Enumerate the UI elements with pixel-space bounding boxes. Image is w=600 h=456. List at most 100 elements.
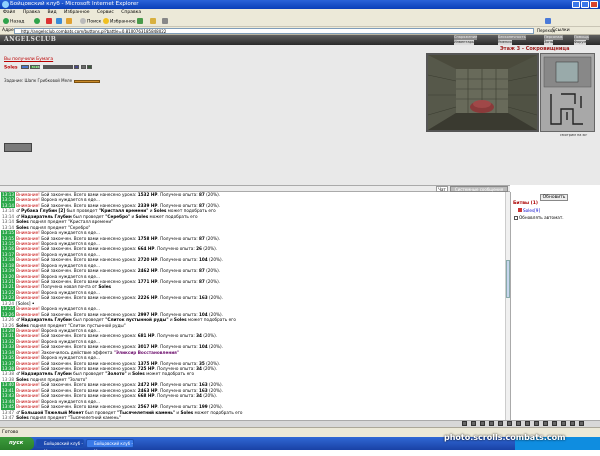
chat-segment: Внимание! [16, 355, 40, 361]
chat-segment: 1375 HP [137, 360, 158, 366]
bottom-toolbar-icon[interactable] [480, 421, 485, 426]
menu-edit[interactable]: Правка [23, 10, 40, 15]
chat-segment: Бой закончен. Всего вами нанесено урона: [39, 333, 138, 339]
chat-segment: Внимание! [16, 240, 40, 246]
chat-segment: Бой закончен. Всего вами нанесено урона: [39, 246, 138, 252]
menu-tools[interactable]: Сервис [97, 10, 114, 15]
battle-user-link[interactable]: Soles[9] [518, 208, 540, 213]
google-toolbar[interactable] [545, 18, 552, 25]
menu-bar: Файл Правка Вид Избранное Сервис Справка [0, 9, 600, 16]
favorites-button[interactable]: Избранное [103, 18, 136, 25]
chat-segment: Внимание! [16, 251, 40, 257]
chat-segment: "Серебро" [105, 213, 131, 219]
chat-segment: Ворона нуждается в еде... [39, 306, 100, 312]
menu-view[interactable]: Вид [47, 10, 56, 15]
stop-button[interactable] [46, 18, 53, 25]
chat-segment: Soles [173, 317, 187, 323]
history-icon [137, 18, 143, 24]
bottom-toolbar-icon[interactable] [534, 421, 539, 426]
chat-segment: Внимание! [16, 360, 40, 366]
print-button[interactable] [162, 18, 169, 25]
close-button[interactable] [590, 1, 598, 8]
chat-segment: 104 [198, 311, 208, 317]
start-button[interactable]: пуск [0, 437, 34, 450]
bottom-toolbar-icon[interactable] [543, 421, 548, 426]
bottom-toolbar-icon[interactable] [489, 421, 494, 426]
chat-segment: . Получено опыта: [157, 387, 199, 393]
bottom-toolbar-icon[interactable] [516, 421, 521, 426]
back-button[interactable]: Назад [3, 18, 24, 25]
bottom-toolbar-icon[interactable] [525, 421, 530, 426]
bottom-toolbar-icon[interactable] [507, 421, 512, 426]
auto-refresh-checkbox[interactable] [514, 216, 518, 220]
player-name[interactable]: Soles [4, 66, 18, 71]
refresh-button[interactable]: Обновить [540, 194, 568, 201]
minimize-button[interactable] [572, 1, 580, 8]
bottom-toolbar-icon[interactable] [570, 421, 575, 426]
action-icons[interactable] [4, 143, 32, 152]
chat-segment: (20%). [201, 366, 218, 371]
chat-segment: Внимание! [16, 279, 40, 284]
chat-segment: 2463 HP [137, 387, 158, 393]
address-input[interactable]: http://angelsclub.combats.com/buttons.pl… [14, 28, 534, 34]
home-button[interactable] [66, 18, 73, 25]
chat-segment: (20%). [201, 333, 218, 339]
chat-segment: был проведет [83, 409, 118, 415]
task-progress-bar [74, 79, 101, 83]
dungeon-3d-view[interactable] [426, 53, 539, 132]
task-text: Задание: Шапк Грибковой Меле [4, 78, 73, 83]
taskbar-item-browser-1[interactable]: Бойцовский клуб - М... [36, 439, 84, 454]
chat-segment: . Получено опыта: [157, 311, 199, 317]
chat-segment: Ворона нуждается в еде... [39, 327, 100, 333]
chat-segment: Soles [135, 213, 149, 219]
bottom-toolbar-icon[interactable] [579, 421, 584, 426]
chat-segment: [Soles] [16, 300, 32, 306]
chat-segment: Ворона нуждается в еде... [39, 197, 100, 203]
chat-segment: 163 [198, 387, 208, 393]
forward-button[interactable] [34, 18, 41, 25]
player-status-row: Soles 3048/3048 [4, 65, 93, 71]
bottom-toolbar-icon[interactable] [561, 421, 566, 426]
menu-help[interactable]: Справка [121, 10, 141, 15]
refresh-page-button[interactable] [56, 18, 63, 25]
menu-favorites[interactable]: Избранное [64, 10, 90, 15]
browser-toolbar: Назад Поиск Избранное [0, 16, 600, 27]
chat-segment: Soles [180, 409, 194, 415]
chat-segment: Внимание! [16, 197, 40, 203]
chat-segment: Бой закончен. Всего вами нанесено урона: [39, 360, 138, 366]
chat-segment: Бой закончен. Всего вами нанесено урона: [39, 257, 138, 263]
chat-segment: Внимание! [16, 289, 40, 295]
bottom-toolbar-icon[interactable] [462, 421, 467, 426]
address-bar: Адрес: http://angelsclub.combats.com/but… [0, 27, 600, 35]
history-button[interactable] [137, 18, 144, 25]
chat-segment: Бой закончен. Всего вами нанесено урона: [39, 366, 138, 371]
menu-file[interactable]: Файл [3, 10, 15, 15]
star-icon [103, 18, 109, 24]
chat-segment: Ворона нуждается в еде... [39, 355, 100, 361]
stage-title: Этаж 3 - Сокровищница [500, 46, 570, 52]
chat-segment: 668 HP [137, 393, 155, 399]
maximize-button[interactable] [581, 1, 589, 8]
dungeon-scene [427, 55, 538, 130]
bottom-toolbar-icon[interactable] [471, 421, 476, 426]
taskbar-item-browser-2[interactable]: Бойцовский клуб - М... [86, 439, 134, 454]
mail-button[interactable] [150, 18, 157, 25]
links-button[interactable]: Ссылки [552, 27, 570, 35]
chat-segment: Soles [98, 284, 112, 290]
bottom-toolbar-icon[interactable] [498, 421, 503, 426]
chat-segment: Внимание! [16, 333, 40, 339]
player-link[interactable]: Вы получили Бумага [4, 57, 53, 62]
minimap[interactable] [540, 53, 595, 132]
bottom-toolbar-icon[interactable] [552, 421, 557, 426]
search-button[interactable]: Поиск [80, 18, 101, 25]
chat-segment: "Эликсир Восстановления" [113, 349, 180, 355]
chat-segment: . Получено опыта: [154, 246, 197, 252]
chat-segment: Внимание! [16, 257, 40, 263]
chat-segment: Бой закончен. Всего вами нанесено урона: [39, 404, 138, 410]
chat-segment: 2226 HP [137, 295, 158, 301]
auto-refresh-row[interactable]: Обновлять автомат. [514, 215, 564, 220]
status-text: Готово [2, 430, 19, 435]
chat-segment: Внимание! [16, 306, 40, 312]
chat-segment: может подобрать его [144, 371, 195, 377]
chat-segment: (20%). [204, 192, 221, 197]
